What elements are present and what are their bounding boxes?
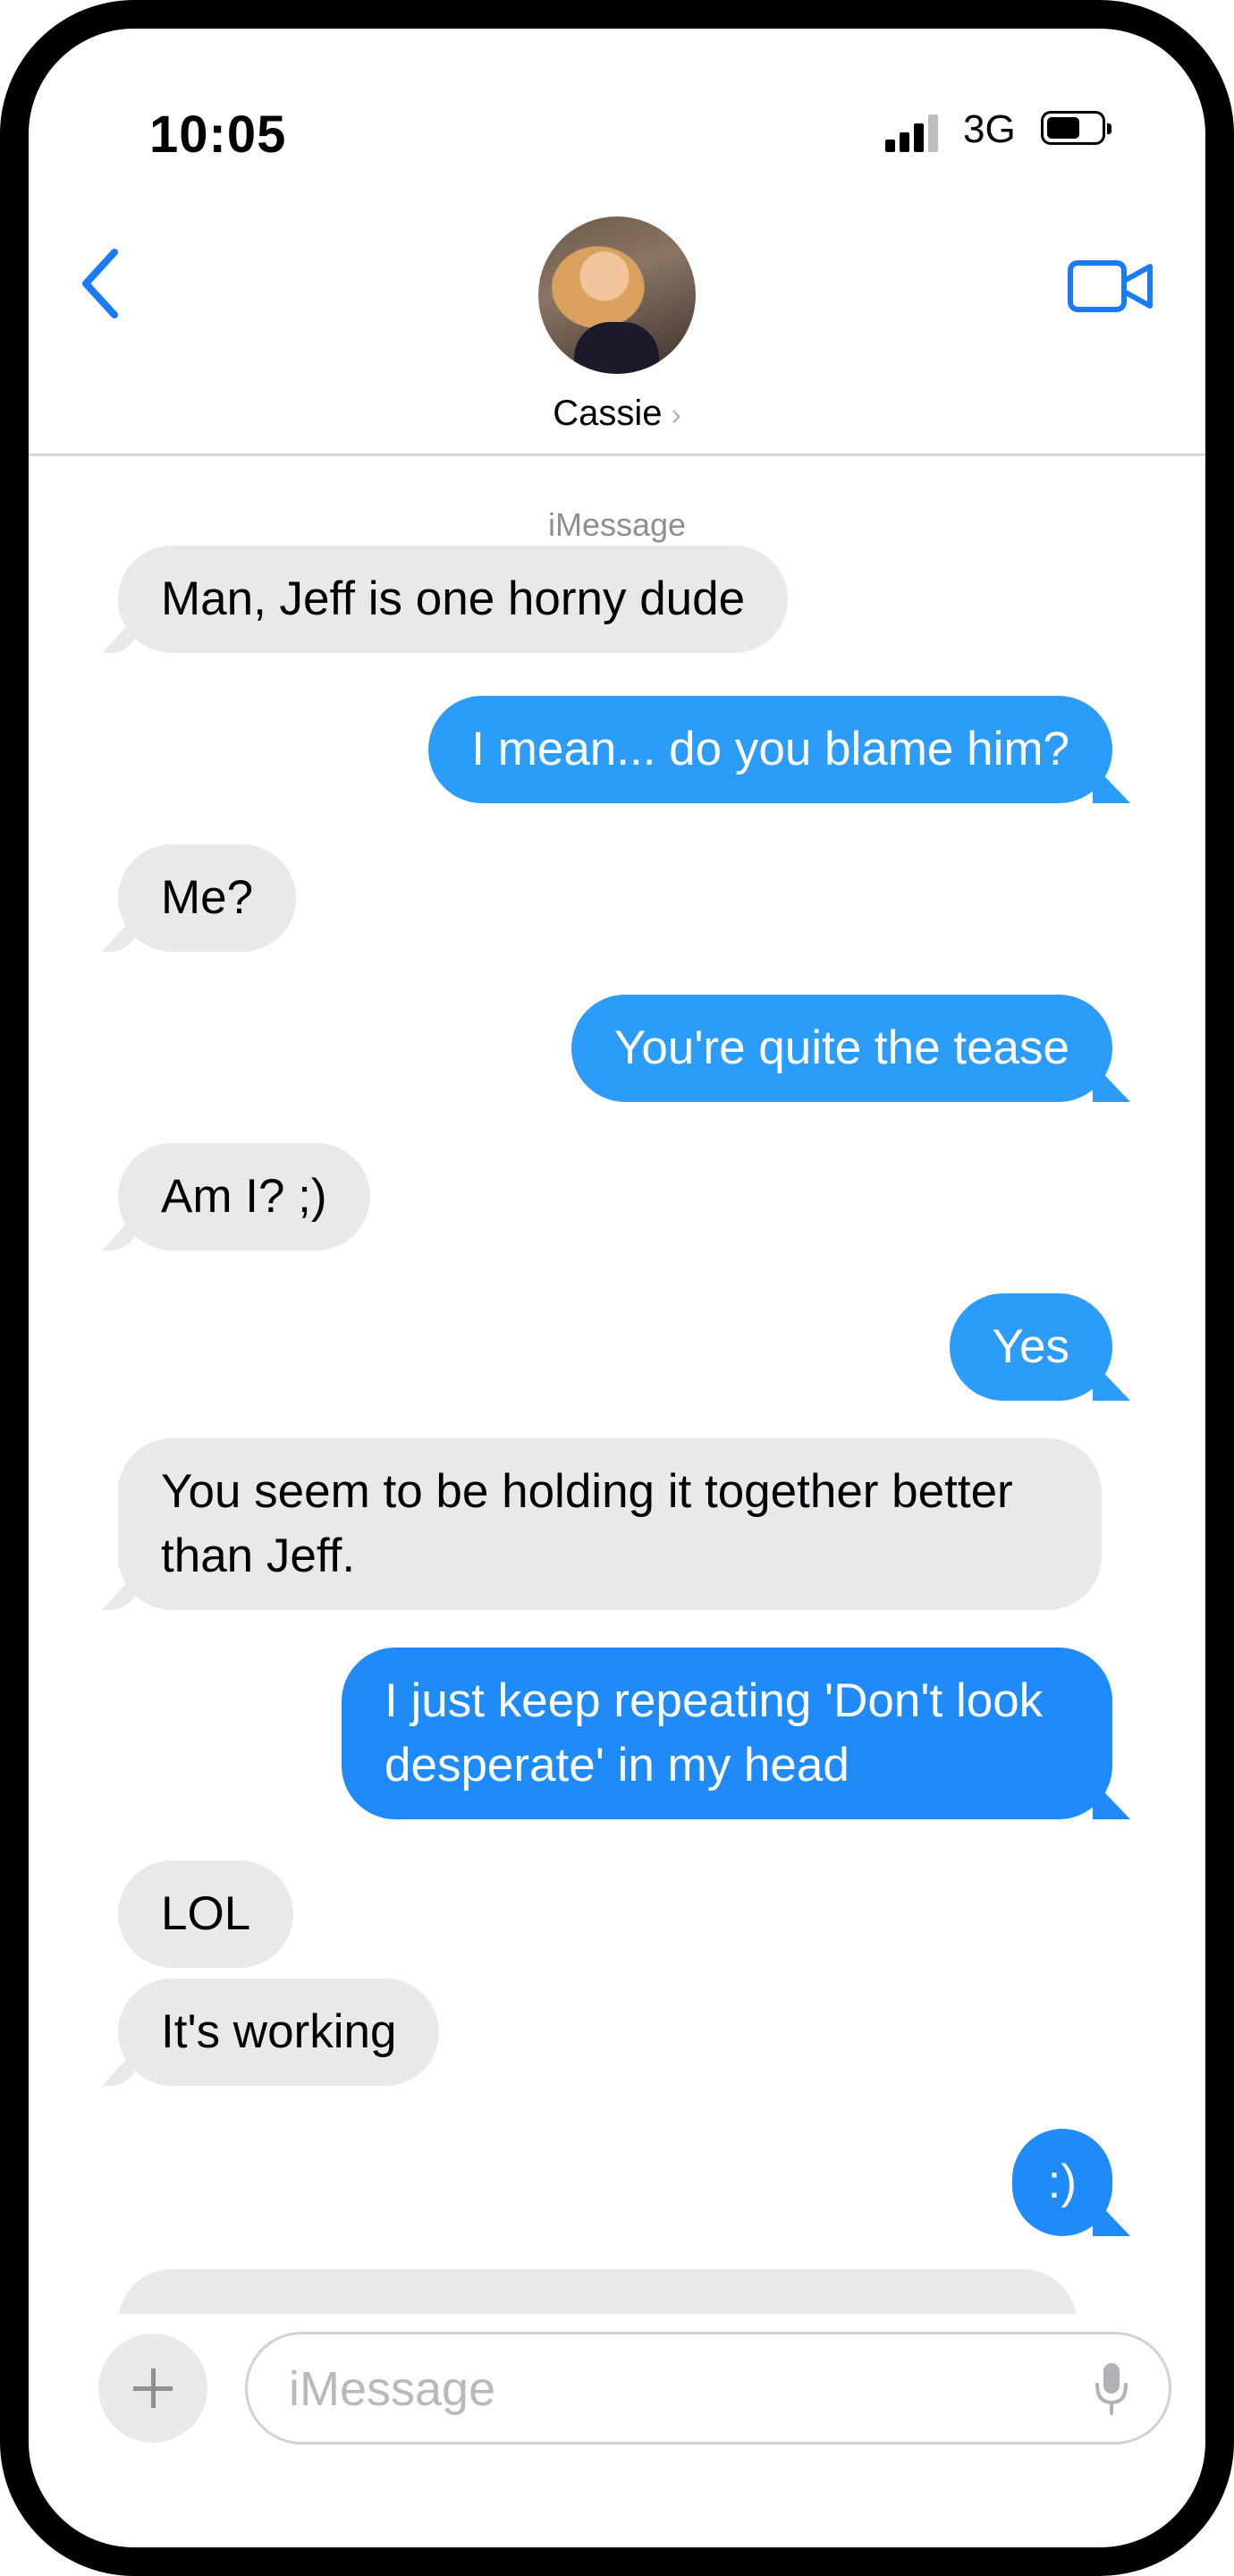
- compose-bar: [29, 2314, 1205, 2445]
- outgoing-message-bubble[interactable]: Yes: [949, 1293, 1112, 1401]
- microphone-icon[interactable]: [1094, 2361, 1129, 2417]
- plus-icon[interactable]: [98, 2334, 207, 2443]
- message-text: I mean... do you blame him?: [471, 723, 1069, 775]
- message-text: Am I? ;): [161, 1170, 327, 1223]
- outgoing-message-bubble[interactable]: :): [1011, 2129, 1112, 2236]
- outgoing-message-bubble[interactable]: You're quite the tease: [571, 995, 1112, 1102]
- message-text: Me?: [161, 871, 254, 924]
- message-text: You're quite the tease: [613, 1021, 1069, 1074]
- incoming-message-bubble[interactable]: Man, Jeff is one horny dude: [118, 546, 789, 653]
- phone-frame: 10:05 3G Cassie › iMessage Man, Jeff is o…: [0, 0, 1234, 2576]
- message-text: It's working: [161, 2005, 397, 2058]
- incoming-message-bubble[interactable]: LOL: [118, 1860, 294, 1968]
- message-text: Man, Jeff is one horny dude: [161, 572, 746, 625]
- incoming-message-bubble[interactable]: Me?: [118, 844, 297, 952]
- incoming-message-bubble[interactable]: You seem to be holding it together bette…: [118, 1438, 1102, 1610]
- message-text: LOL: [161, 1887, 251, 1940]
- message-input-field[interactable]: [245, 2332, 1171, 2445]
- message-text-line: I just keep repeating 'Don't look: [385, 1674, 1044, 1727]
- message-text-line: desperate' in my head: [385, 1739, 849, 1792]
- service-label: iMessage: [547, 506, 687, 543]
- message-input[interactable]: [287, 2354, 1060, 2424]
- incoming-message-bubble[interactable]: It's working: [118, 1979, 440, 2086]
- incoming-message-bubble[interactable]: Am I? ;): [118, 1143, 370, 1250]
- incoming-message-bubble-partial[interactable]: [118, 2269, 1077, 2314]
- message-text-line: You seem to be holding it together bette…: [161, 1465, 1013, 1518]
- message-text-line: than Jeff.: [161, 1530, 356, 1582]
- outgoing-message-bubble[interactable]: I just keep repeating 'Don't look desper…: [342, 1648, 1112, 1819]
- message-text: Yes: [992, 1320, 1069, 1373]
- message-thread[interactable]: iMessage Man, Jeff is one horny dude I m…: [29, 29, 1205, 2314]
- outgoing-message-bubble[interactable]: I mean... do you blame him?: [428, 696, 1112, 803]
- message-text: :): [1047, 2156, 1077, 2208]
